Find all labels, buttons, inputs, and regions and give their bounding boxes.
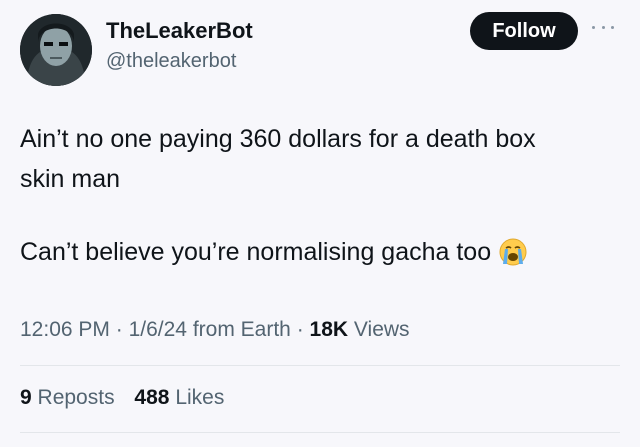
reposts-label: Reposts — [37, 386, 115, 409]
meta-separator: · — [115, 318, 123, 341]
display-name[interactable]: TheLeakerBot — [106, 18, 253, 44]
views-label: Views — [353, 318, 410, 341]
views-count: 18K — [309, 318, 349, 341]
tweet-date[interactable]: 1/6/24 — [129, 318, 187, 341]
likes-count: 488 — [134, 386, 170, 409]
avatar[interactable] — [20, 14, 92, 86]
reposts-link[interactable]: 9 Reposts — [20, 386, 115, 409]
more-options-icon[interactable] — [592, 22, 614, 32]
tweet-meta: 12:06 PM · 1/6/24 from Earth · 18K Views — [20, 318, 410, 342]
tweet-time[interactable]: 12:06 PM — [20, 318, 110, 341]
tweet-text-line: Ain’t no one paying 360 dollars for a de… — [20, 125, 536, 153]
divider — [20, 432, 620, 433]
tweet-source: from Earth — [192, 318, 291, 341]
engagement-stats: 9 Reposts 488 Likes — [20, 386, 238, 410]
likes-label: Likes — [175, 386, 225, 409]
tweet-text-line: skin man — [20, 165, 121, 193]
divider — [20, 365, 620, 366]
loudly-crying-face-icon — [499, 238, 527, 273]
user-handle[interactable]: @theleakerbot — [106, 50, 236, 73]
tweet-text-segment: Can’t believe you’re normalising gacha t… — [20, 238, 492, 266]
likes-link[interactable]: 488 Likes — [134, 386, 224, 409]
tweet-text-line: Can’t believe you’re normalising gacha t… — [20, 238, 527, 273]
reposts-count: 9 — [20, 386, 32, 409]
follow-button[interactable]: Follow — [470, 12, 578, 50]
meta-separator: · — [296, 318, 304, 341]
avatar-image — [20, 14, 92, 86]
